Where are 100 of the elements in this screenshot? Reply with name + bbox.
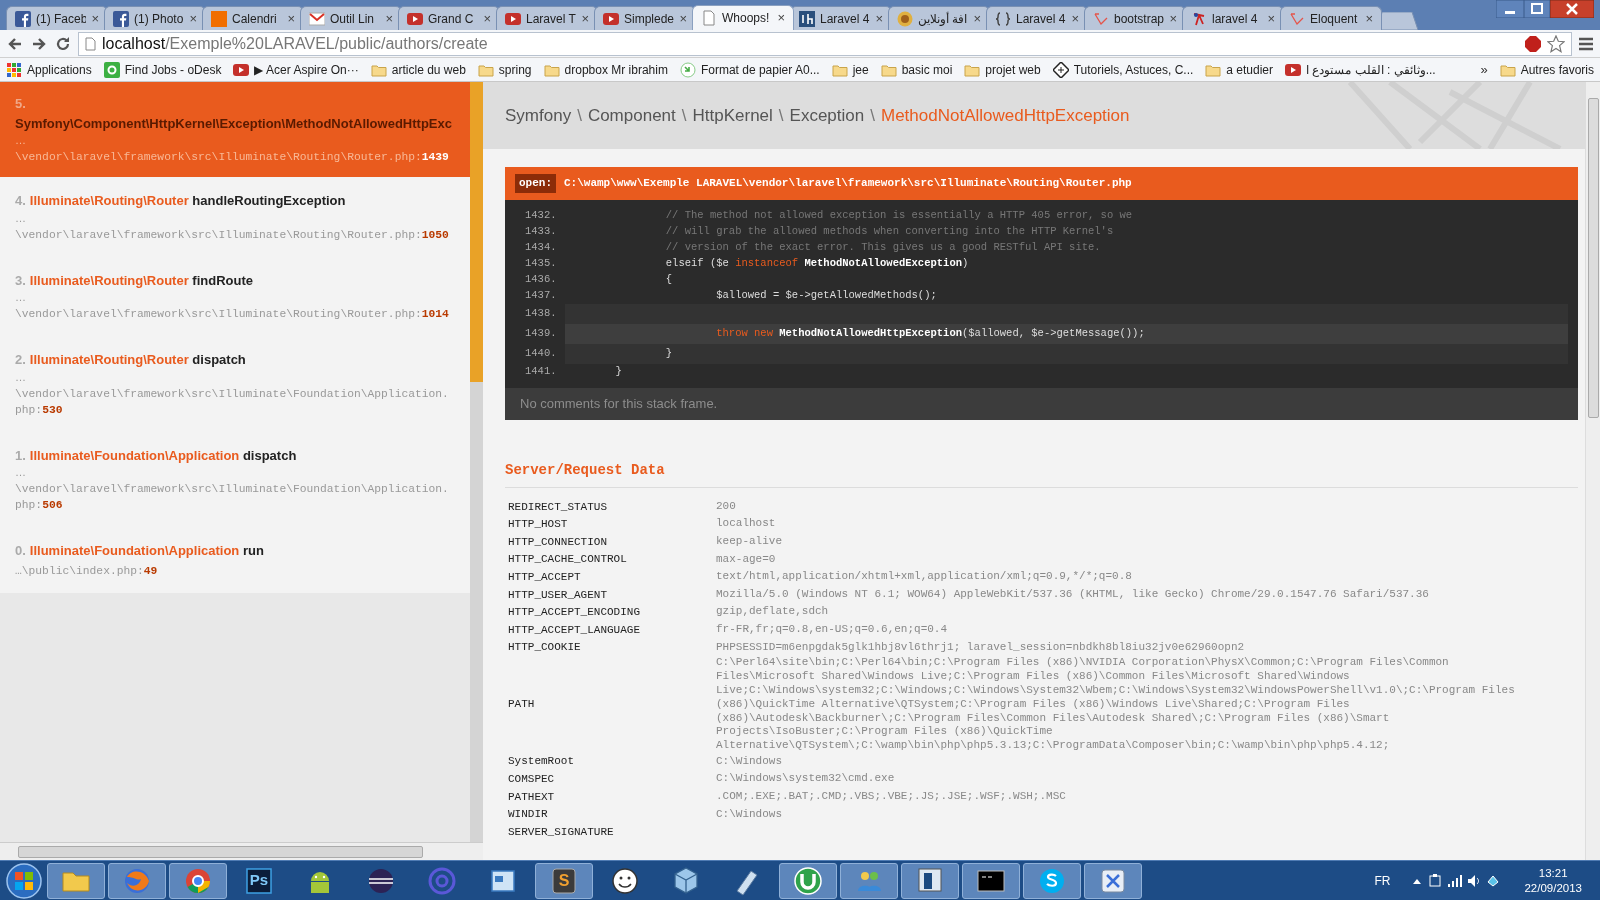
stack-frame-item[interactable]: 0. Illuminate\Foundation\Application run …\public\index.php:49 — [0, 527, 470, 593]
close-icon[interactable]: × — [1169, 8, 1177, 29]
taskbar-button[interactable] — [1084, 862, 1142, 899]
close-icon[interactable] — [1550, 0, 1594, 18]
bookmark-link[interactable]: article du web — [391, 60, 466, 79]
bookmark-link[interactable]: basic moi — [901, 60, 953, 79]
separator-text: \ — [681, 104, 687, 127]
stack-frame-item[interactable]: 4. Illuminate\Routing\Router handleRoutingException … \vendor\laravel\framework\src\Illuminate\Routing\Router.php:1050 — [0, 177, 470, 257]
icon-letters: Ps — [249, 870, 269, 891]
clock-date[interactable]: 22/09/2013 — [1524, 880, 1582, 896]
close-icon[interactable]: × — [679, 8, 687, 29]
separator-text: \ — [577, 104, 582, 127]
close-icon[interactable]: × — [1071, 8, 1079, 29]
line-number: 1439. — [524, 326, 558, 342]
close-icon[interactable]: × — [385, 8, 393, 29]
envelope-icon — [309, 10, 325, 27]
start-button[interactable] — [4, 862, 44, 899]
bookmark-link[interactable]: spring — [498, 60, 532, 79]
stack-frame-item[interactable]: 5. Symfony\Component\HttpKernel\Exception\MethodNotAllowedHttpExc … \vendor\laravel\framework\src\Illuminate\Routing\Router.php:1439 — [0, 82, 470, 177]
frame-index: 2. — [15, 351, 26, 369]
address-bar[interactable]: localhost/Exemple%20LARAVEL/public/authors/create — [78, 31, 1572, 56]
close-icon[interactable]: × — [581, 8, 589, 29]
close-icon[interactable]: × — [973, 8, 981, 29]
apps-grid-icon — [6, 61, 22, 78]
data-value: C:\Windows — [716, 754, 783, 769]
browser-tab[interactable]: افة أونلاين × — [888, 6, 990, 30]
taskbar-button[interactable] — [779, 862, 837, 899]
frame-class: Illuminate\Foundation\Application dispatch — [29, 446, 297, 465]
close-icon[interactable]: × — [91, 8, 99, 29]
bookmark-link[interactable]: a etudier — [1226, 60, 1274, 79]
taskbar-button[interactable] — [1023, 862, 1081, 899]
bookmark-link[interactable]: jee — [852, 60, 869, 79]
close-icon[interactable]: × — [777, 8, 785, 28]
bookmark-link[interactable]: وثائقي : القلب مستودع ا... — [1306, 60, 1436, 79]
file-path-text: \vendor\laravel\framework\src\Illuminate\Routing\Router.php:1439 — [15, 150, 450, 165]
close-icon[interactable]: × — [483, 8, 491, 29]
horizontal-scrollbar[interactable] — [0, 842, 483, 860]
bookmark-link[interactable]: ▶ Acer Aspire On··· — [254, 60, 359, 79]
breadcrumb-text: Component — [587, 104, 676, 127]
stack-frame-item[interactable]: 2. Illuminate\Routing\Router dispatch … \vendor\laravel\framework\src\Illuminate\Foundation\Application.php:530 — [0, 336, 470, 432]
taskbar-button[interactable] — [840, 862, 898, 899]
code-line: elseif ($e instanceof MethodNotAllowedException) — [664, 256, 970, 272]
ellipsis-text: … — [15, 369, 26, 384]
tab-title: Laravel 4 — [1016, 10, 1067, 28]
bookmark-link[interactable]: dropbox Mr ibrahim — [564, 60, 668, 79]
close-icon[interactable]: × — [1267, 8, 1275, 29]
play-icon — [505, 10, 521, 27]
bookmark-link[interactable]: Applications — [27, 60, 92, 79]
clock-time[interactable]: 13:21 — [1538, 865, 1568, 881]
data-value: .COM;.EXE;.BAT;.CMD;.VBS;.VBE;.JS;.JSE;.WSF;.WSH;.MSC — [716, 790, 1067, 804]
tab-title: Laravel T — [526, 10, 577, 28]
menu-icon[interactable] — [1578, 36, 1594, 51]
minimize-icon[interactable] — [1496, 0, 1524, 18]
frame-index: 3. — [15, 271, 26, 290]
breadcrumb-text: Symfony — [505, 104, 572, 127]
close-icon[interactable]: × — [875, 8, 883, 29]
bookmark-link[interactable]: Autres favoris — [1520, 60, 1594, 79]
taskbar-button[interactable] — [47, 862, 105, 899]
close-icon[interactable]: × — [287, 8, 295, 29]
signal-icon[interactable] — [1447, 872, 1464, 889]
browser-tab[interactable]: Calendri × — [202, 6, 304, 30]
taskbar-button[interactable] — [901, 862, 959, 899]
diamond-icon — [1052, 61, 1069, 78]
data-value: C:\Windows\system32\cmd.exe — [716, 772, 896, 787]
frame-class: Symfony\Component\HttpKernel\Exception\MethodNotAllowedHttpExc — [15, 114, 453, 133]
bookmark-link[interactable]: projet web — [985, 60, 1041, 79]
taskbar-button[interactable]: Ps — [230, 862, 288, 899]
data-key: HTTP_ACCEPT_ENCODING — [505, 604, 716, 621]
bookmark-link[interactable]: Find Jobs - oDesk — [124, 60, 222, 79]
stack-frame-item[interactable]: 1. Illuminate\Foundation\Application dispatch … \vendor\laravel\framework\src\Illuminate\Foundation\Application.php:506 — [0, 431, 470, 527]
close-icon[interactable]: × — [189, 8, 197, 29]
open-label[interactable]: open: — [515, 174, 556, 193]
data-key: HTTP_HOST — [505, 516, 716, 533]
frames-scrollbar[interactable] — [470, 82, 483, 842]
close-icon[interactable]: × — [1365, 8, 1373, 29]
data-value: C:\Windows — [716, 807, 783, 822]
overflow-chevron[interactable]: » — [1480, 59, 1488, 80]
taskbar-button[interactable] — [962, 862, 1020, 899]
stack-frame-item[interactable]: 3. Illuminate\Routing\Router findRoute … \vendor\laravel\framework\src\Illuminate\Routing\Router.php:1014 — [0, 256, 470, 336]
ellipsis-text: … — [15, 210, 26, 225]
separator-text: \ — [778, 104, 784, 127]
language-indicator[interactable]: FR — [1374, 871, 1391, 890]
badge-icon — [897, 10, 913, 27]
maximize-icon[interactable] — [1524, 0, 1550, 18]
tab-title: Simplede — [624, 10, 675, 28]
taskbar-button[interactable]: S — [535, 862, 593, 899]
browser-tab[interactable]: Whoops! × — [692, 5, 794, 30]
data-key: WINDIR — [505, 806, 716, 823]
breadcrumb-text: MethodNotAllowedHttpException — [880, 104, 1130, 127]
taskbar-button[interactable] — [169, 862, 227, 899]
star-icon[interactable] — [1547, 34, 1565, 53]
vertical-scrollbar[interactable] — [1585, 82, 1600, 860]
tab-title: Eloquent — [1310, 10, 1359, 28]
file-path-text: \vendor\laravel\framework\src\Illuminate\Routing\Router.php:1014 — [15, 307, 450, 322]
data-key: HTTP_ACCEPT_LANGUAGE — [505, 621, 716, 639]
bookmark-link[interactable]: Tutoriels, Astuces, C... — [1073, 60, 1194, 79]
frame-index: 1. — [15, 446, 26, 465]
page-icon — [701, 10, 717, 26]
bookmark-link[interactable]: Format de papier A0... — [700, 60, 820, 79]
data-key: HTTP_CONNECTION — [505, 533, 716, 551]
